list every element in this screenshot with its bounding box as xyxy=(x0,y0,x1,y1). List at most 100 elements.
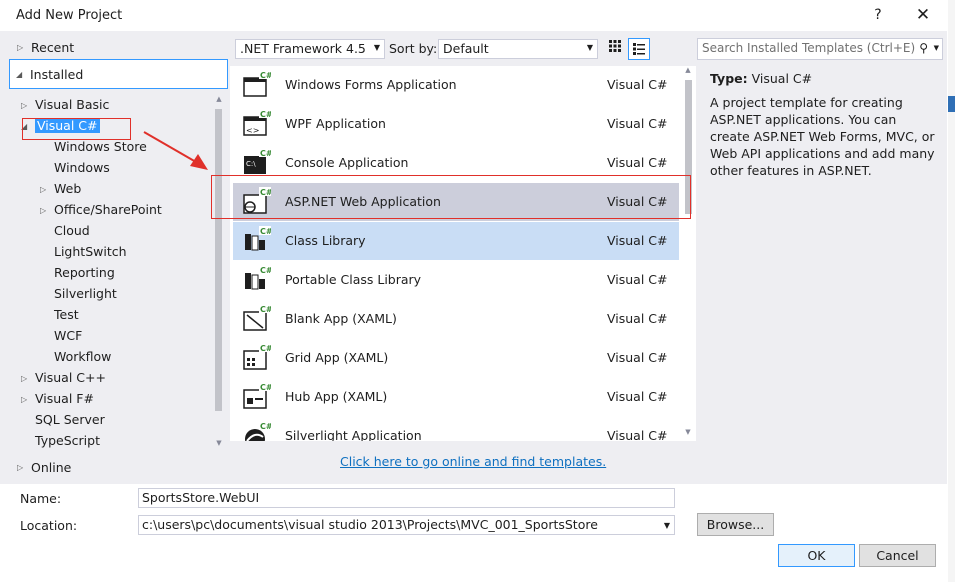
winforms-icon: C# xyxy=(241,70,273,100)
location-combobox[interactable]: c:\users\pc\documents\visual studio 2013… xyxy=(138,515,675,535)
project-form: Name: SportsStore.WebUI Location: c:\use… xyxy=(0,484,947,582)
tree-item-label: SQL Server xyxy=(35,412,105,427)
chevron-down-icon[interactable]: ▼ xyxy=(664,521,670,530)
template-row[interactable]: C# Windows Forms Application Visual C# xyxy=(233,66,679,104)
svg-text:C#: C# xyxy=(260,71,271,80)
tree-item-label: Web xyxy=(54,181,82,196)
template-row[interactable]: C# Hub App (XAML) Visual C# xyxy=(233,378,679,416)
tree-item-label: Windows xyxy=(54,160,110,175)
expand-icon[interactable]: ▷ xyxy=(17,463,23,472)
dialog-title: Add New Project xyxy=(16,8,123,23)
template-list: C# Silverlight Application Visual C# C# Hub … xyxy=(230,66,696,441)
tree-online[interactable]: ▷ Online xyxy=(11,457,227,477)
template-row[interactable]: C# Portable Class Library Visual C# xyxy=(233,261,679,299)
tree-item-label: Reporting xyxy=(54,265,115,280)
tree-item-label: Office/SharePoint xyxy=(54,202,162,217)
type-value: Visual C# xyxy=(751,71,813,86)
template-row[interactable]: <>C# WPF Application Visual C# xyxy=(233,105,679,143)
tree-item-label: Visual C++ xyxy=(35,370,106,385)
search-placeholder: Search Installed Templates (Ctrl+E) xyxy=(702,41,916,55)
template-name: Console Application xyxy=(285,155,409,170)
template-description: Type: Visual C# A project template for c… xyxy=(710,71,938,179)
portable-library-icon: C# xyxy=(241,265,273,295)
description-text: A project template for creating ASP.NET … xyxy=(710,95,935,178)
template-scrollbar[interactable]: ▲ ▼ xyxy=(680,66,696,441)
svg-text:C#: C# xyxy=(260,383,271,392)
scroll-down-icon[interactable]: ▼ xyxy=(683,428,693,436)
medium-icons-view-button[interactable] xyxy=(628,38,650,60)
svg-text:C#: C# xyxy=(260,344,271,353)
template-language: Visual C# xyxy=(607,116,668,131)
svg-text:C#: C# xyxy=(260,305,271,314)
tree-recent-label: Recent xyxy=(31,40,75,55)
description-type: Type: Visual C# xyxy=(710,71,938,86)
tree-item-label: WCF xyxy=(54,328,83,343)
silverlight-icon: C# xyxy=(241,421,273,441)
svg-text:C#: C# xyxy=(260,149,271,158)
chevron-down-icon[interactable]: ▼ xyxy=(934,44,939,52)
annotation-arrow-icon xyxy=(143,131,208,170)
tree-item-label: Silverlight xyxy=(54,286,117,301)
template-language: Visual C# xyxy=(607,350,668,365)
close-button[interactable]: ✕ xyxy=(910,4,936,26)
type-label: Type: xyxy=(710,71,748,86)
background-window-edge xyxy=(948,0,955,582)
svg-text:C#: C# xyxy=(260,227,271,236)
template-language: Visual C# xyxy=(607,428,668,441)
online-templates-link[interactable]: Click here to go online and find templat… xyxy=(340,454,606,469)
expand-icon[interactable]: ▷ xyxy=(40,185,46,194)
template-name: Hub App (XAML) xyxy=(285,389,388,404)
template-language: Visual C# xyxy=(607,311,668,326)
title-bar: Add New Project ? ✕ xyxy=(0,0,947,31)
tree-item-label: LightSwitch xyxy=(54,244,127,259)
template-name: Class Library xyxy=(285,233,366,248)
framework-dropdown[interactable]: .NET Framework 4.5 ▼ xyxy=(235,39,385,59)
search-templates-input[interactable]: Search Installed Templates (Ctrl+E) ⚲ ▼ xyxy=(697,38,943,60)
template-name: Portable Class Library xyxy=(285,272,422,287)
expand-icon[interactable]: ▷ xyxy=(40,206,46,215)
template-name: Blank App (XAML) xyxy=(285,311,397,326)
small-icons-view-button[interactable] xyxy=(605,39,625,59)
annotation-box-visual-csharp xyxy=(22,118,131,140)
scroll-up-icon[interactable]: ▲ xyxy=(683,66,693,74)
class-library-icon: C# xyxy=(241,226,273,256)
template-language: Visual C# xyxy=(607,389,668,404)
grid-app-icon: C# xyxy=(241,343,273,373)
svg-text:C#: C# xyxy=(260,422,271,431)
project-name-input[interactable]: SportsStore.WebUI xyxy=(138,488,675,508)
tree-item-label: Test xyxy=(54,307,79,322)
ok-button[interactable]: OK xyxy=(778,544,855,567)
sort-dropdown[interactable]: Default ▼ xyxy=(438,39,598,59)
template-row[interactable]: C# Class Library Visual C# xyxy=(233,222,679,260)
svg-text:C:\: C:\ xyxy=(246,160,256,168)
template-row[interactable]: C# Grid App (XAML) Visual C# xyxy=(233,339,679,377)
add-new-project-dialog: Add New Project ? ✕ ▷ Recent ◢ Installed… xyxy=(0,0,947,582)
scroll-down-icon[interactable]: ▼ xyxy=(214,439,224,447)
tree-recent[interactable]: ▷ Recent xyxy=(11,37,227,57)
browse-button[interactable]: Browse... xyxy=(697,513,774,536)
expand-icon[interactable]: ▷ xyxy=(17,43,23,52)
tree-item-label: Windows Store xyxy=(54,139,147,154)
expand-icon[interactable]: ▷ xyxy=(21,395,27,404)
background-window-accent xyxy=(948,96,955,112)
console-icon: C:\ C# xyxy=(241,148,273,178)
scroll-up-icon[interactable]: ▲ xyxy=(214,95,224,103)
template-name: Windows Forms Application xyxy=(285,77,457,92)
template-name: Silverlight Application xyxy=(285,428,422,441)
expand-icon[interactable]: ▷ xyxy=(21,374,27,383)
template-language: Visual C# xyxy=(607,272,668,287)
expand-icon[interactable]: ▷ xyxy=(21,101,27,110)
template-row[interactable]: C# Blank App (XAML) Visual C# xyxy=(233,300,679,338)
chevron-down-icon: ▼ xyxy=(373,43,380,52)
search-icon: ⚲ xyxy=(919,41,928,55)
tree-online-label: Online xyxy=(31,460,72,475)
template-row[interactable]: C# Silverlight Application Visual C# xyxy=(233,417,679,441)
help-button[interactable]: ? xyxy=(868,5,888,25)
collapse-icon[interactable]: ◢ xyxy=(16,70,22,79)
cancel-button[interactable]: Cancel xyxy=(859,544,936,567)
hub-app-icon: C# xyxy=(241,382,273,412)
tree-item-label: Cloud xyxy=(54,223,90,238)
wpf-icon: <>C# xyxy=(241,109,273,139)
name-label: Name: xyxy=(20,491,62,506)
tree-installed[interactable]: ◢ Installed xyxy=(9,59,228,89)
